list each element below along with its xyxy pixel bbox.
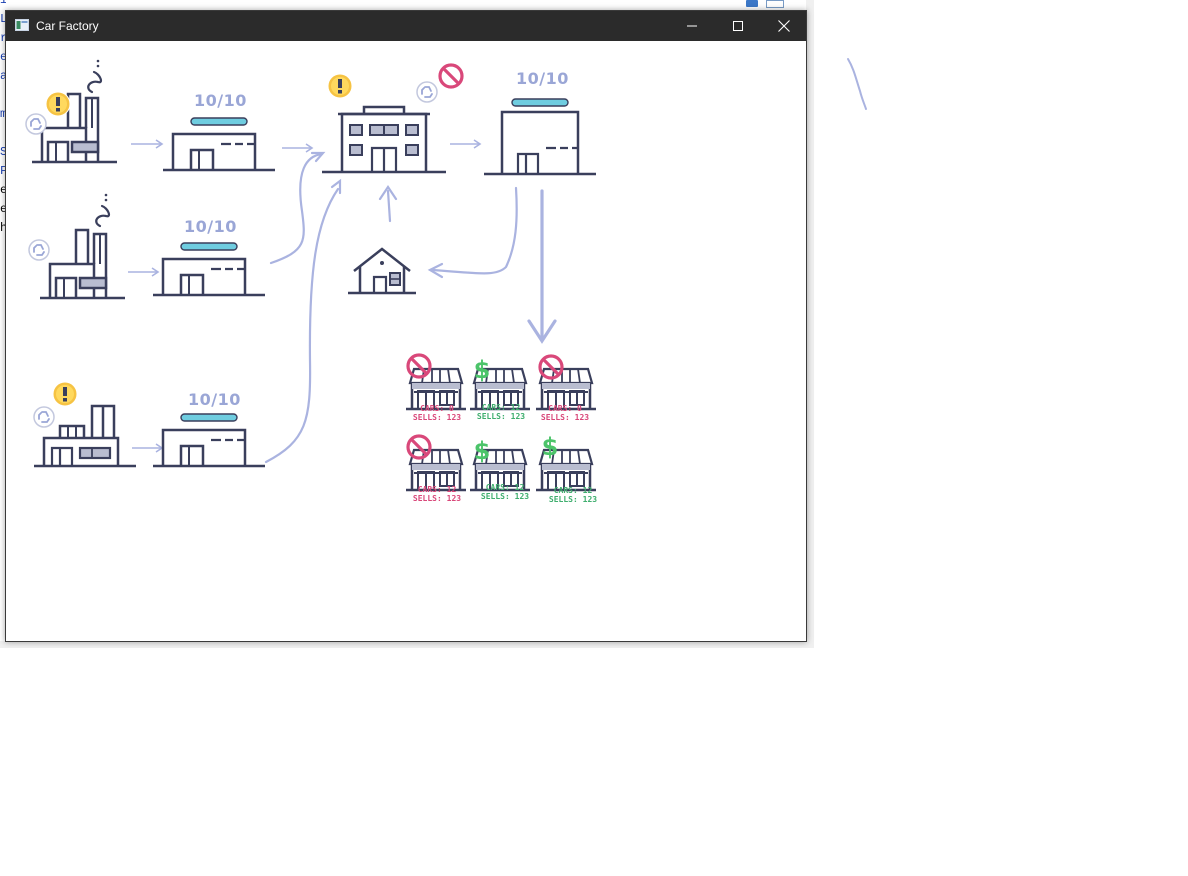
- store-cars: CARS: 12: [417, 485, 457, 494]
- app-window: Car Factory 10/10 10/10 10/10 10/10 CARS…: [5, 10, 807, 642]
- store-sells: SELLS: 123: [412, 494, 462, 503]
- factory-top[interactable]: [30, 58, 119, 164]
- blocked-icon: [438, 63, 464, 89]
- pen-stroke-mark: [847, 58, 867, 110]
- warehouse-top-capacity: 10/10: [194, 91, 247, 110]
- store-3-caption: CARS: 0 SELLS: 123: [530, 404, 600, 422]
- window-title: Car Factory: [36, 19, 99, 33]
- warehouse-middle[interactable]: [151, 241, 267, 297]
- warehouse-bottom-capacity: 10/10: [188, 390, 241, 409]
- store-sells: SELLS: 123: [476, 412, 526, 421]
- store-sells: SELLS: 123: [548, 495, 598, 504]
- store-sells: SELLS: 123: [480, 492, 530, 501]
- background-code-line: iomApplication): [0, 0, 6, 7]
- warehouse-top[interactable]: [161, 116, 277, 172]
- assembly-plant[interactable]: [322, 105, 446, 174]
- close-button[interactable]: [761, 11, 807, 41]
- warning-icon: [327, 73, 353, 99]
- maximize-button[interactable]: [715, 11, 761, 41]
- title-bar[interactable]: Car Factory: [6, 11, 806, 41]
- money-icon: [473, 356, 491, 384]
- warehouse-assembly-capacity: 10/10: [516, 69, 569, 88]
- recycle-icon: [416, 81, 438, 103]
- store-sells: SELLS: 123: [412, 413, 462, 422]
- factory-middle[interactable]: [38, 192, 127, 300]
- store-2-caption: CARS: 12 SELLS: 123: [466, 403, 536, 421]
- factory-canvas: $: [6, 41, 806, 641]
- warehouse-assembly[interactable]: [484, 98, 596, 176]
- store-1-caption: CARS: 0 SELLS: 123: [402, 404, 472, 422]
- background-bottom-strip: [0, 641, 814, 648]
- warning-icon: [52, 381, 78, 407]
- money-icon: [473, 437, 491, 465]
- warning-icon: [45, 91, 71, 117]
- background-scrollbar-strip: [806, 0, 814, 648]
- recycle-icon: [25, 113, 47, 135]
- house-icon[interactable]: [348, 247, 416, 295]
- store-cars: CARS: 0: [420, 404, 454, 413]
- arrow-house-to-plant: [386, 189, 392, 223]
- arrow-warehouse-to-house: [430, 186, 518, 275]
- minimize-icon: [687, 25, 697, 27]
- recycle-icon: [33, 406, 55, 428]
- warehouse-middle-capacity: 10/10: [184, 217, 237, 236]
- warehouse-bottom[interactable]: [151, 412, 267, 468]
- minimize-button[interactable]: [669, 11, 715, 41]
- store-4-caption: CARS: 12 SELLS: 123: [402, 485, 472, 503]
- store-cars: CARS: 12: [481, 403, 521, 412]
- background-toolbar-icon: [766, 0, 784, 8]
- store-5-caption: CARS: 12 SELLS: 123: [470, 483, 540, 501]
- recycle-icon: [28, 239, 50, 261]
- store-cars: CARS: 0: [548, 404, 582, 413]
- maximize-icon: [733, 21, 743, 31]
- app-window-icon: [15, 19, 29, 31]
- factory-diagram: $: [25, 58, 598, 492]
- background-toolbar: [740, 0, 790, 9]
- store-6-caption: CARS: 12 SELLS: 123: [538, 486, 608, 504]
- store-cars: CARS: 12: [485, 483, 525, 492]
- close-icon: [778, 20, 790, 32]
- arrow-bottom-to-plant: [264, 187, 340, 464]
- arrow-middle-to-plant: [269, 152, 324, 265]
- store-cars: CARS: 12: [553, 486, 593, 495]
- background-toolbar-icon: [746, 0, 758, 7]
- store-sells: SELLS: 123: [540, 413, 590, 422]
- money-icon: [541, 433, 559, 461]
